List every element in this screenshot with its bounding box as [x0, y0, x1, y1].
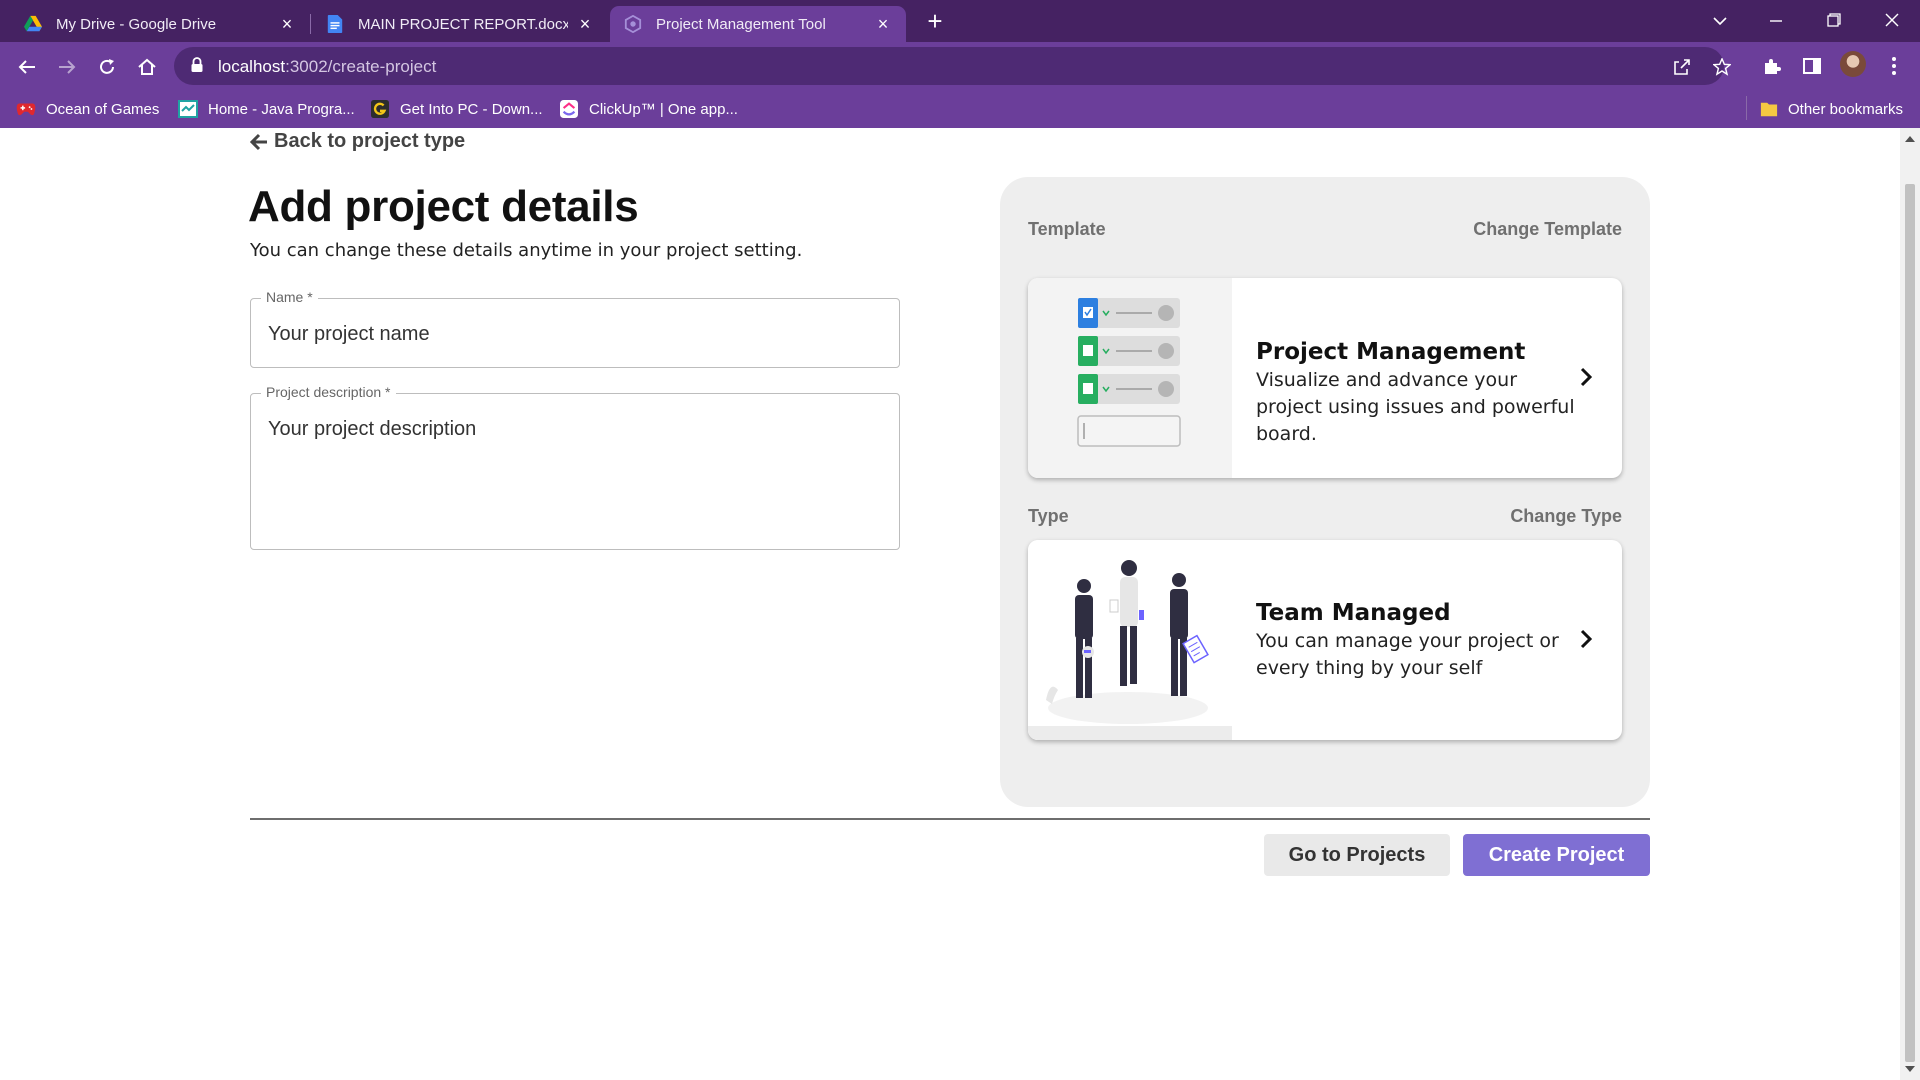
new-tab-icon[interactable]: + — [922, 8, 948, 34]
bookmark-label: Home - Java Progra... — [208, 100, 355, 118]
footer-divider — [250, 818, 1650, 820]
forward-arrow-icon[interactable] — [52, 52, 82, 82]
bookmark-get-into-pc[interactable]: Get Into PC - Down... — [370, 99, 543, 119]
tab-search-icon[interactable] — [1700, 6, 1740, 34]
url-text[interactable]: localhost:3002/create-project — [218, 57, 436, 77]
close-tab-icon[interactable]: × — [278, 14, 296, 35]
type-illustration — [1028, 540, 1232, 740]
clickup-icon — [560, 100, 578, 118]
restore-icon[interactable] — [1814, 6, 1854, 34]
template-card-description: Visualize and advance your project using… — [1256, 369, 1575, 445]
menu-kebab-icon[interactable] — [1882, 54, 1906, 78]
create-project-button[interactable]: Create Project — [1463, 834, 1650, 876]
type-card-title: Team Managed — [1256, 600, 1451, 626]
url-host: localhost — [218, 57, 286, 76]
gamepad-icon — [16, 103, 36, 116]
share-icon[interactable] — [1670, 55, 1694, 79]
project-name-placeholder: Your project name — [268, 323, 430, 345]
page-title: Add project details — [248, 182, 639, 231]
project-description-placeholder: Your project description — [268, 418, 477, 440]
back-to-project-type-link[interactable]: Back to project type — [250, 130, 465, 153]
minimize-icon[interactable] — [1756, 6, 1796, 34]
address-bar[interactable]: localhost:3002/create-project — [174, 47, 1732, 85]
bookmark-label: Ocean of Games — [46, 100, 160, 118]
tab-strip: My Drive - Google Drive × MAIN PROJECT R… — [0, 0, 1920, 42]
tab-project-report[interactable]: MAIN PROJECT REPORT.docx - G × — [312, 6, 608, 42]
lock-icon — [191, 57, 203, 72]
home-icon[interactable] — [132, 52, 162, 82]
arrow-left-icon — [250, 133, 267, 150]
type-card-description: You can manage your project or every thi… — [1256, 630, 1559, 679]
folder-icon — [1760, 102, 1778, 117]
board-illustration-icon — [1077, 298, 1181, 447]
tab-separator — [310, 14, 311, 34]
chevron-right-icon — [1580, 367, 1593, 387]
side-panel-icon[interactable] — [1800, 54, 1824, 78]
page-subtitle: You can change these details anytime in … — [250, 240, 803, 261]
browser-toolbar: localhost:3002/create-project — [0, 42, 1920, 90]
tab-title: Project Management Tool — [656, 15, 826, 33]
bookmark-ocean-of-games[interactable]: Ocean of Games — [16, 99, 159, 119]
bookmark-label: ClickUp™ | One app... — [589, 100, 738, 118]
page-content: Back to project type Add project details… — [0, 128, 1900, 1080]
google-drive-icon — [24, 15, 42, 32]
bookmark-java-programs[interactable]: Home - Java Progra... — [178, 99, 355, 119]
type-card[interactable]: Team Managed You can manage your project… — [1028, 540, 1622, 740]
close-window-icon[interactable] — [1872, 6, 1912, 34]
template-illustration — [1028, 278, 1232, 478]
project-name-label: Name * — [261, 289, 318, 305]
close-tab-icon[interactable]: × — [576, 14, 594, 35]
url-path: :3002/create-project — [285, 57, 437, 76]
tab-google-drive[interactable]: My Drive - Google Drive × — [10, 6, 310, 42]
google-docs-icon — [327, 15, 343, 33]
other-bookmarks-label: Other bookmarks — [1788, 100, 1904, 118]
go-to-projects-button[interactable]: Go to Projects — [1264, 834, 1450, 876]
template-section-label: Template — [1028, 219, 1106, 239]
back-arrow-icon[interactable] — [12, 52, 42, 82]
template-card-title: Project Management — [1256, 339, 1526, 365]
scroll-down-icon[interactable] — [1905, 1066, 1915, 1072]
java-site-icon — [178, 100, 198, 118]
project-description-label: Project description * — [261, 384, 396, 400]
tab-project-management-tool[interactable]: Project Management Tool × — [610, 6, 906, 42]
template-card[interactable]: Project Management Visualize and advance… — [1028, 278, 1622, 478]
bookmark-label: Get Into PC - Down... — [400, 100, 543, 118]
back-link-label: Back to project type — [274, 130, 466, 152]
reload-icon[interactable] — [92, 52, 122, 82]
scrollbar-thumb[interactable] — [1905, 184, 1915, 1062]
extensions-icon[interactable] — [1760, 54, 1784, 78]
project-description-field[interactable]: Project description * Your project descr… — [250, 384, 900, 550]
other-bookmarks[interactable]: Other bookmarks — [1760, 99, 1903, 119]
profile-avatar[interactable] — [1840, 51, 1866, 77]
project-name-field[interactable]: Name * Your project name — [250, 289, 900, 368]
bookmark-star-icon[interactable] — [1710, 55, 1734, 79]
bookmarks-separator — [1746, 96, 1747, 120]
tab-title: My Drive - Google Drive — [56, 15, 217, 33]
chevron-right-icon — [1580, 629, 1593, 649]
scroll-up-icon[interactable] — [1905, 136, 1915, 142]
bookmarks-bar: Ocean of Games Home - Java Progra... Get… — [0, 90, 1920, 128]
getintopc-icon — [371, 100, 389, 118]
change-type-link[interactable]: Change Type — [1510, 506, 1622, 527]
close-tab-icon[interactable]: × — [874, 14, 892, 35]
app-icon — [624, 15, 642, 33]
team-people-icon — [1028, 560, 1232, 740]
change-template-link[interactable]: Change Template — [1473, 219, 1622, 240]
page-scrollbar[interactable] — [1900, 128, 1920, 1080]
type-section-label: Type — [1028, 506, 1069, 526]
project-summary-panel: Template Change Template Project Managem… — [1000, 177, 1650, 807]
bookmark-clickup[interactable]: ClickUp™ | One app... — [559, 99, 738, 119]
tab-title: MAIN PROJECT REPORT.docx - G — [358, 15, 568, 33]
